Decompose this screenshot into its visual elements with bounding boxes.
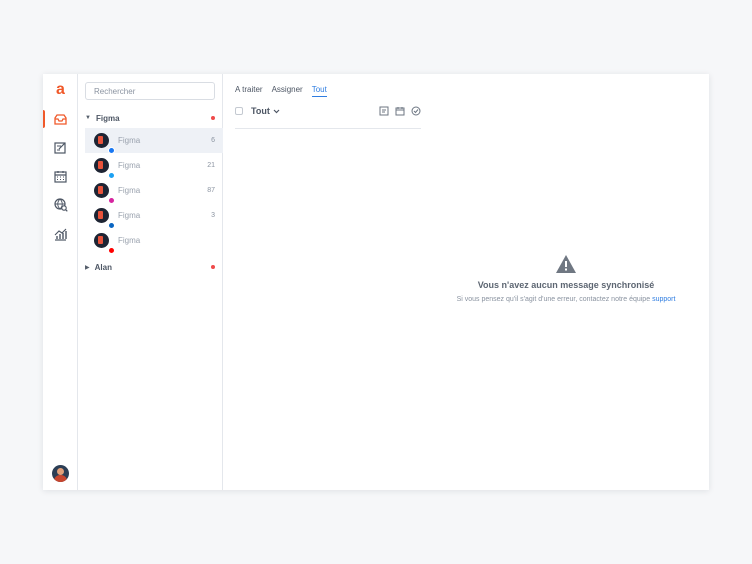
tab-assigner[interactable]: Assigner: [272, 85, 303, 97]
toolbar-actions: [379, 106, 421, 116]
globe-search-icon[interactable]: [43, 196, 78, 214]
accounts-panel: Rechercher ▼ Figma Figma 6 Figma 21 Figm…: [78, 74, 223, 490]
caret-right-icon: ▶: [85, 264, 90, 271]
support-link[interactable]: support: [652, 296, 675, 303]
warning-icon: [556, 255, 576, 273]
account-avatar: [94, 208, 115, 229]
icon-nav: a: [43, 74, 78, 490]
unread-count: 3: [211, 212, 215, 219]
calendar-icon[interactable]: [43, 167, 78, 185]
empty-title: Vous n'avez aucun message synchronisé: [477, 280, 655, 290]
group-figma[interactable]: ▼ Figma: [85, 111, 215, 125]
calendar-icon[interactable]: [395, 106, 405, 116]
empty-hint: Si vous pensez qu'il s'agit d'une erreur…: [436, 296, 696, 303]
account-name: Figma: [118, 161, 141, 170]
group-label: Figma: [95, 113, 120, 123]
account-avatar: [94, 158, 115, 179]
search-input[interactable]: Rechercher: [85, 82, 215, 100]
filter-label: Tout: [251, 106, 270, 116]
user-avatar[interactable]: [52, 465, 69, 482]
account-row[interactable]: Figma 6: [85, 128, 223, 154]
message-area: A traiter Assigner Tout Tout Vous n'avez…: [223, 74, 709, 490]
group-label: Alan: [94, 262, 112, 272]
filter-tabs: A traiter Assigner Tout: [235, 85, 327, 97]
inbox-icon[interactable]: [43, 110, 78, 128]
chevron-down-icon: [273, 109, 280, 113]
unread-count: 21: [207, 162, 215, 169]
account-row[interactable]: Figma 87: [85, 178, 223, 204]
unread-count: 6: [211, 137, 215, 144]
unread-count: 87: [207, 187, 215, 194]
caret-down-icon: ▼: [85, 115, 91, 121]
tab-a-traiter[interactable]: A traiter: [235, 85, 263, 97]
unread-dot: [211, 116, 215, 120]
account-name: Figma: [118, 211, 141, 220]
youtube-icon: [108, 247, 115, 254]
account-name: Figma: [118, 136, 141, 145]
filter-dropdown[interactable]: Tout: [251, 106, 280, 116]
account-row[interactable]: Figma 3: [85, 203, 223, 229]
app-window: a Rechercher ▼ Figma Figma 6 Figma 21 Fi…: [43, 74, 709, 490]
compose-icon[interactable]: [43, 138, 78, 156]
group-alan[interactable]: ▶ Alan: [85, 260, 215, 274]
message-toolbar: Tout: [235, 104, 421, 118]
account-avatar: [94, 133, 115, 154]
account-avatar: [94, 183, 115, 204]
account-name: Figma: [118, 186, 141, 195]
analytics-icon[interactable]: [43, 225, 78, 243]
unread-dot: [211, 265, 215, 269]
account-avatar: [94, 233, 115, 254]
tab-tout[interactable]: Tout: [311, 85, 327, 97]
toolbar-divider: [235, 128, 421, 129]
check-circle-icon[interactable]: [411, 106, 421, 116]
note-icon[interactable]: [379, 106, 389, 116]
select-all-checkbox[interactable]: [235, 107, 243, 115]
account-row[interactable]: Figma 21: [85, 153, 223, 179]
empty-state: Vous n'avez aucun message synchronisé Si…: [436, 254, 696, 303]
account-row[interactable]: Figma: [85, 228, 223, 254]
brand-logo[interactable]: a: [43, 82, 78, 98]
empty-hint-text: Si vous pensez qu'il s'agit d'une erreur…: [456, 296, 651, 303]
account-name: Figma: [118, 236, 141, 245]
